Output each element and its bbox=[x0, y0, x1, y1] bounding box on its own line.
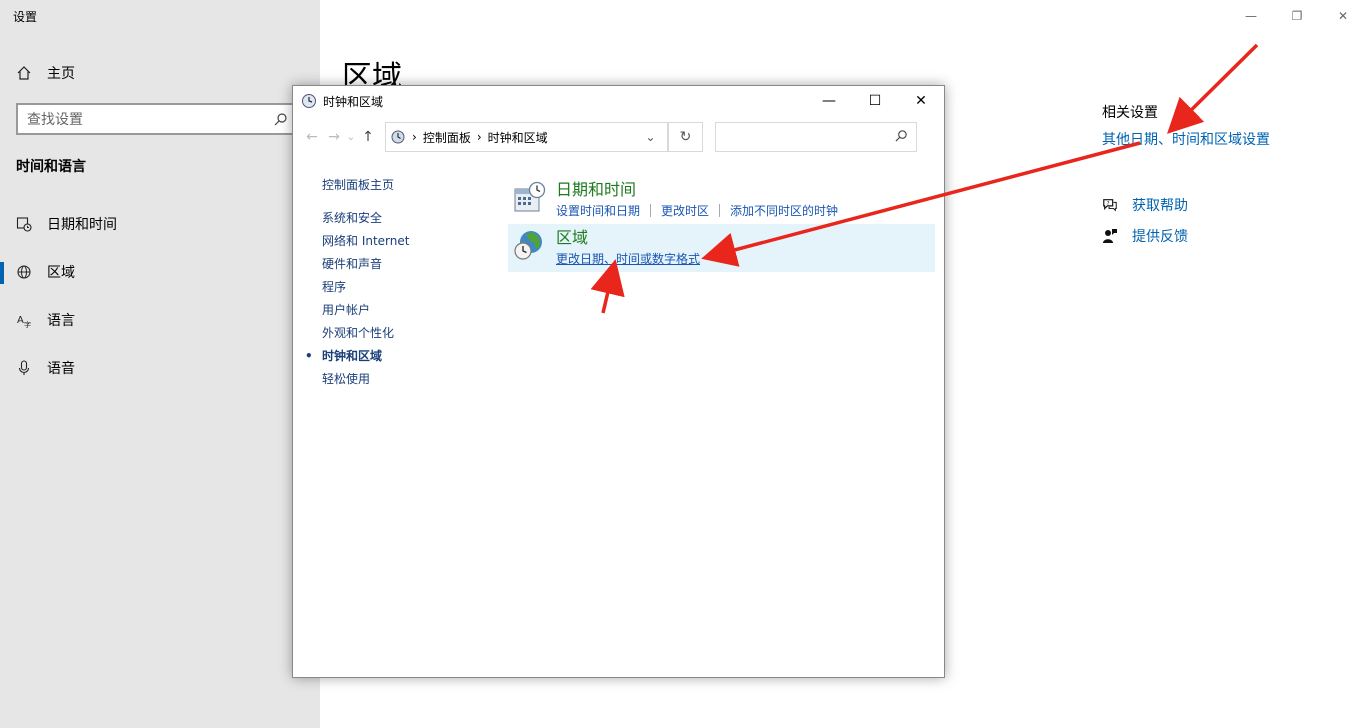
cp-close-button[interactable]: ✕ bbox=[898, 86, 944, 116]
get-help-label: 获取帮助 bbox=[1132, 198, 1188, 214]
language-icon: A字 bbox=[16, 312, 32, 328]
app-title: 设置 bbox=[13, 10, 38, 24]
search-icon bbox=[895, 129, 908, 146]
cp-item-title[interactable]: 区域 bbox=[556, 228, 700, 248]
nav-item-region[interactable]: 区域 bbox=[16, 260, 306, 284]
breadcrumb-clock-region[interactable]: 时钟和区域 bbox=[488, 129, 548, 146]
globe-clock-icon bbox=[512, 228, 546, 262]
cp-item-region[interactable]: 区域 更改日期、时间或数字格式 bbox=[508, 224, 935, 272]
breadcrumb-separator-icon: › bbox=[412, 130, 417, 144]
cp-item-title[interactable]: 日期和时间 bbox=[556, 180, 838, 200]
nav-item-label: 区域 bbox=[47, 265, 75, 281]
nav-item-label: 语音 bbox=[47, 361, 75, 377]
cp-link-ease-of-access[interactable]: 轻松使用 bbox=[322, 368, 409, 391]
search-input[interactable]: 查找设置 bbox=[16, 103, 300, 135]
globe-icon bbox=[16, 264, 32, 280]
related-settings-heading: 相关设置 bbox=[1102, 105, 1158, 121]
calendar-clock-icon bbox=[16, 216, 32, 232]
home-icon bbox=[16, 65, 32, 81]
cp-titlebar[interactable]: 时钟和区域 — ☐ ✕ bbox=[293, 86, 944, 116]
feedback-label: 提供反馈 bbox=[1132, 229, 1188, 245]
control-panel-icon bbox=[390, 129, 406, 145]
cp-link-user-accounts[interactable]: 用户帐户 bbox=[322, 299, 409, 322]
recent-dropdown-icon[interactable]: ⌄ bbox=[345, 132, 357, 143]
nav-item-label: 语言 bbox=[47, 313, 75, 329]
set-time-date-link[interactable]: 设置时间和日期 bbox=[556, 202, 640, 219]
settings-sidebar: 设置 主页 查找设置 时间和语言 日期和时间 区域 A字 语言 语音 bbox=[0, 0, 320, 728]
nav-active-indicator bbox=[0, 262, 4, 284]
svg-text:A: A bbox=[17, 315, 24, 326]
annotation-arrow bbox=[1167, 43, 1259, 134]
feedback-link[interactable]: 提供反馈 bbox=[1102, 226, 1188, 246]
nav-item-language[interactable]: A字 语言 bbox=[16, 308, 306, 332]
minimize-button[interactable]: — bbox=[1228, 0, 1274, 32]
link-divider bbox=[650, 204, 652, 217]
nav-item-date-time[interactable]: 日期和时间 bbox=[16, 212, 306, 236]
microphone-icon bbox=[16, 360, 32, 376]
cp-window-title: 时钟和区域 bbox=[323, 94, 384, 109]
breadcrumb-control-panel[interactable]: 控制面板 bbox=[423, 129, 471, 146]
control-panel-window: 时钟和区域 — ☐ ✕ ← → ⌄ ↑ › 控制面板 › 时钟和区域 ⌄ ↻ 控… bbox=[292, 85, 945, 678]
breadcrumb-separator-icon: › bbox=[476, 130, 482, 144]
section-heading: 时间和语言 bbox=[16, 159, 86, 175]
cp-left-pane: 控制面板主页 系统和安全 网络和 Internet 硬件和声音 程序 用户帐户 … bbox=[305, 174, 410, 391]
nav-home-label: 主页 bbox=[47, 66, 75, 82]
cp-link-programs[interactable]: 程序 bbox=[322, 276, 409, 299]
search-icon[interactable] bbox=[273, 111, 289, 127]
svg-text:字: 字 bbox=[24, 320, 31, 328]
forward-icon[interactable]: → bbox=[323, 129, 345, 145]
clock-globe-icon bbox=[301, 93, 317, 109]
feedback-icon bbox=[1102, 228, 1118, 244]
additional-date-time-region-link[interactable]: 其他日期、时间和区域设置 bbox=[1102, 129, 1270, 149]
cp-toolbar: ← → ⌄ ↑ › 控制面板 › 时钟和区域 ⌄ ↻ bbox=[301, 122, 932, 152]
cp-item-date-time: 日期和时间 设置时间和日期 更改时区 添加不同时区的时钟 bbox=[508, 176, 935, 223]
back-icon[interactable]: ← bbox=[301, 129, 323, 145]
nav-item-speech[interactable]: 语音 bbox=[16, 356, 306, 380]
change-formats-link[interactable]: 更改日期、时间或数字格式 bbox=[556, 250, 700, 267]
cp-link-appearance[interactable]: 外观和个性化 bbox=[322, 322, 409, 345]
close-button[interactable]: ✕ bbox=[1320, 0, 1366, 32]
cp-home-link[interactable]: 控制面板主页 bbox=[322, 174, 409, 197]
cp-search-input[interactable] bbox=[715, 122, 917, 152]
search-placeholder: 查找设置 bbox=[27, 112, 83, 128]
nav-item-label: 日期和时间 bbox=[47, 217, 117, 233]
add-clocks-link[interactable]: 添加不同时区的时钟 bbox=[730, 202, 838, 219]
link-divider bbox=[719, 204, 721, 217]
up-icon[interactable]: ↑ bbox=[357, 129, 379, 145]
restore-button[interactable]: ❐ bbox=[1274, 0, 1320, 32]
refresh-button[interactable]: ↻ bbox=[669, 122, 703, 152]
cp-link-system-security[interactable]: 系统和安全 bbox=[322, 207, 409, 230]
calendar-clock-icon bbox=[512, 180, 546, 214]
cp-minimize-button[interactable]: — bbox=[806, 86, 852, 116]
cp-link-network[interactable]: 网络和 Internet bbox=[322, 230, 409, 253]
get-help-link[interactable]: ? 获取帮助 bbox=[1102, 195, 1188, 215]
svg-text:?: ? bbox=[1107, 201, 1110, 207]
chevron-down-icon[interactable]: ⌄ bbox=[634, 123, 668, 151]
change-timezone-link[interactable]: 更改时区 bbox=[661, 202, 709, 219]
nav-home[interactable]: 主页 bbox=[16, 62, 75, 84]
chat-help-icon: ? bbox=[1102, 197, 1118, 213]
cp-link-clock-region[interactable]: 时钟和区域 bbox=[305, 345, 409, 368]
cp-maximize-button[interactable]: ☐ bbox=[852, 86, 898, 116]
cp-link-hardware-sound[interactable]: 硬件和声音 bbox=[322, 253, 409, 276]
window-controls: — ❐ ✕ bbox=[1228, 0, 1366, 32]
address-bar[interactable]: › 控制面板 › 时钟和区域 ⌄ bbox=[385, 122, 669, 152]
